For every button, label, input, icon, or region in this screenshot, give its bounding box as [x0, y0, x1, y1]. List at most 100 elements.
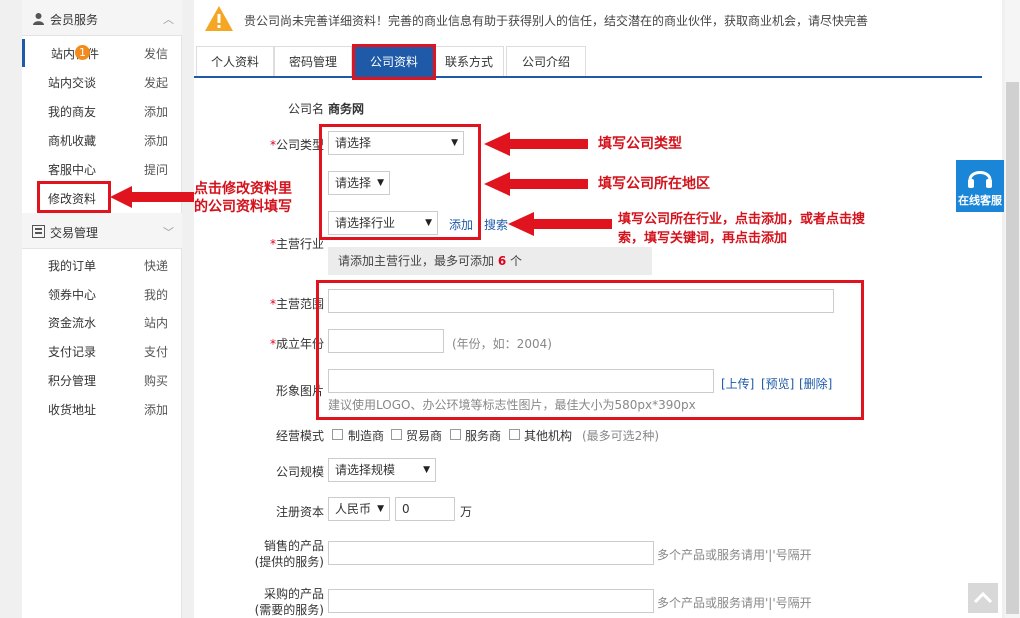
back-to-top-button[interactable] [968, 583, 998, 613]
mode-checkbox-other[interactable] [509, 429, 520, 440]
highlight-type-region-industry [319, 124, 481, 240]
main-industry-label: *主营行业 [269, 237, 324, 251]
main-industry-hint-suffix: 个 [510, 254, 523, 268]
sidebar-item-action[interactable]: 提问 [144, 161, 168, 178]
scale-label: 公司规模 [275, 465, 324, 479]
mode-label-service: 服务商 [465, 429, 502, 443]
main-industry-label-text: 主营行业 [275, 237, 324, 251]
highlight-company-tab [352, 44, 436, 80]
arrow-left-icon [484, 132, 588, 156]
user-icon [33, 13, 44, 25]
main-industry-hint-prefix: 请添加主营行业，最多可添加 [338, 254, 495, 268]
sidebar-item-label: 支付记录 [48, 345, 97, 359]
sidebar-item-action[interactable]: 支付 [144, 343, 168, 360]
sidebar-item-action[interactable]: 添加 [144, 132, 168, 149]
notice-text: 贵公司尚未完善详细资料！完善的商业信息有助于获得别人的信任，结交潜在的商业伙伴，… [244, 14, 869, 28]
scrollbar-thumb[interactable] [1006, 82, 1019, 614]
online-service-label: 在线客服 [958, 194, 1002, 207]
sidebar-item-label: 领券中心 [48, 288, 97, 302]
mode-label-manufacturer: 制造商 [348, 429, 385, 443]
scale-select[interactable]: 请选择规模 ▼ [328, 458, 436, 482]
search-industry-link[interactable]: 搜索 [484, 216, 508, 233]
year-label: *成立年份 [269, 337, 324, 351]
annotation-company-type: 填写公司类型 [598, 136, 682, 152]
sidebar-item-cashflow[interactable]: 资金流水 站内 [22, 308, 182, 336]
sidebar-item-label: 积分管理 [48, 374, 97, 388]
annotation-region: 填写公司所在地区 [598, 176, 710, 192]
company-type-label-text: 公司类型 [275, 138, 324, 152]
caret-down-icon: ▼ [377, 504, 384, 514]
unread-badge: 1 [75, 45, 90, 60]
company-name-label: 公司名 [287, 102, 324, 116]
sidebar-item-action[interactable]: 发起 [144, 74, 168, 91]
online-service-button[interactable]: 在线客服 [956, 160, 1004, 212]
main-industry-box: 请添加主营行业，最多可添加 6 个 [328, 247, 652, 275]
annotation-line: 索，填写关键词，再点击添加 [618, 231, 788, 246]
sidebar-item-favorites[interactable]: 商机收藏 添加 [22, 126, 182, 154]
sidebar-item-action[interactable]: 添加 [144, 103, 168, 120]
arrow-left-icon [508, 212, 612, 236]
sidebar-item-action[interactable]: 快递 [144, 257, 168, 274]
sidebar-item-label: 收货地址 [48, 403, 97, 417]
tab-personal-info[interactable]: 个人资料 [196, 46, 274, 76]
mode-checkbox-trader[interactable] [391, 429, 402, 440]
buy-products-input[interactable] [328, 589, 654, 613]
sidebar-item-label: 商机收藏 [48, 134, 97, 148]
sidebar-item-action[interactable]: 我的 [144, 286, 168, 303]
main-industry-max: 6 [497, 254, 507, 268]
sidebar-item-support[interactable]: 客服中心 提问 [22, 155, 182, 183]
sidebar-item-label: 客服中心 [48, 163, 97, 177]
company-name-value: 商务网 [328, 102, 365, 116]
currency-select[interactable]: 人民币 ▼ [328, 497, 390, 521]
highlight-edit-profile [37, 181, 111, 213]
capital-input[interactable]: 0 [395, 497, 455, 521]
sidebar-item-address[interactable]: 收货地址 添加 [22, 395, 182, 423]
annotation-line: 点击修改资料里 [194, 181, 292, 197]
sidebar-item-action[interactable]: 发信 [144, 45, 168, 62]
sidebar-item-label: 站内交谈 [48, 76, 97, 90]
chevron-down-icon: ﹀ [163, 226, 174, 239]
capital-unit: 万 [460, 505, 473, 519]
buy-label-line1: 采购的产品 [263, 587, 324, 601]
sell-hint: 多个产品或服务请用'|'号隔开 [657, 548, 812, 562]
sidebar-item-action[interactable]: 购买 [144, 372, 168, 389]
scale-value: 请选择规模 [335, 463, 396, 477]
sidebar-item-action[interactable]: 站内 [144, 314, 168, 331]
mode-checkbox-manufacturer[interactable] [332, 429, 343, 440]
capital-label: 注册资本 [275, 505, 324, 519]
annotation-line: 的公司资料填写 [194, 199, 292, 215]
group-title: 会员服务 [50, 13, 99, 27]
sidebar-item-chat[interactable]: 站内交谈 发起 [22, 68, 182, 96]
mode-checkbox-service[interactable] [450, 429, 461, 440]
sell-label-line2: (提供的服务) [254, 555, 324, 569]
tab-contact[interactable]: 联系方式 [434, 46, 504, 76]
sell-label: 销售的产品 (提供的服务) [194, 538, 324, 570]
sidebar: 会员服务 ︿ 站内信件 发信 站内交谈 发起 我的商友 添加 商机收藏 添加 客… [22, 0, 182, 618]
sidebar-item-orders[interactable]: 我的订单 快递 [22, 251, 182, 279]
sidebar-item-action[interactable]: 添加 [144, 401, 168, 418]
buy-hint: 多个产品或服务请用'|'号隔开 [657, 596, 812, 610]
arrow-left-icon [484, 172, 588, 196]
sidebar-item-coupons[interactable]: 领券中心 我的 [22, 280, 182, 308]
arrow-left-icon [110, 186, 194, 208]
sidebar-item-points[interactable]: 积分管理 购买 [22, 366, 182, 394]
buy-label: 采购的产品 (需要的服务) [194, 586, 324, 618]
sidebar-item-messages[interactable]: 站内信件 发信 [22, 39, 182, 67]
group-trade-management[interactable]: 交易管理 ﹀ [22, 213, 182, 249]
mode-label-other: 其他机构 [524, 429, 573, 443]
sidebar-item-label: 我的订单 [48, 259, 97, 273]
group-member-services[interactable]: 会员服务 ︿ [22, 0, 182, 36]
image-label: 形象图片 [275, 384, 324, 398]
sell-products-input[interactable] [328, 541, 654, 565]
sidebar-item-payments[interactable]: 支付记录 支付 [22, 337, 182, 365]
mode-label: 经营模式 [275, 429, 324, 443]
highlight-scope-year-image [316, 280, 864, 420]
tab-company-intro[interactable]: 公司介绍 [506, 46, 586, 76]
currency-value: 人民币 [335, 502, 372, 516]
caret-down-icon: ▼ [423, 465, 430, 475]
buy-label-line2: (需要的服务) [254, 603, 324, 617]
sidebar-item-friends[interactable]: 我的商友 添加 [22, 97, 182, 125]
tab-password[interactable]: 密码管理 [274, 46, 352, 76]
group-title: 交易管理 [50, 226, 99, 240]
annotation-line: 填写公司所在行业，点击添加，或者点击搜 [618, 212, 866, 227]
